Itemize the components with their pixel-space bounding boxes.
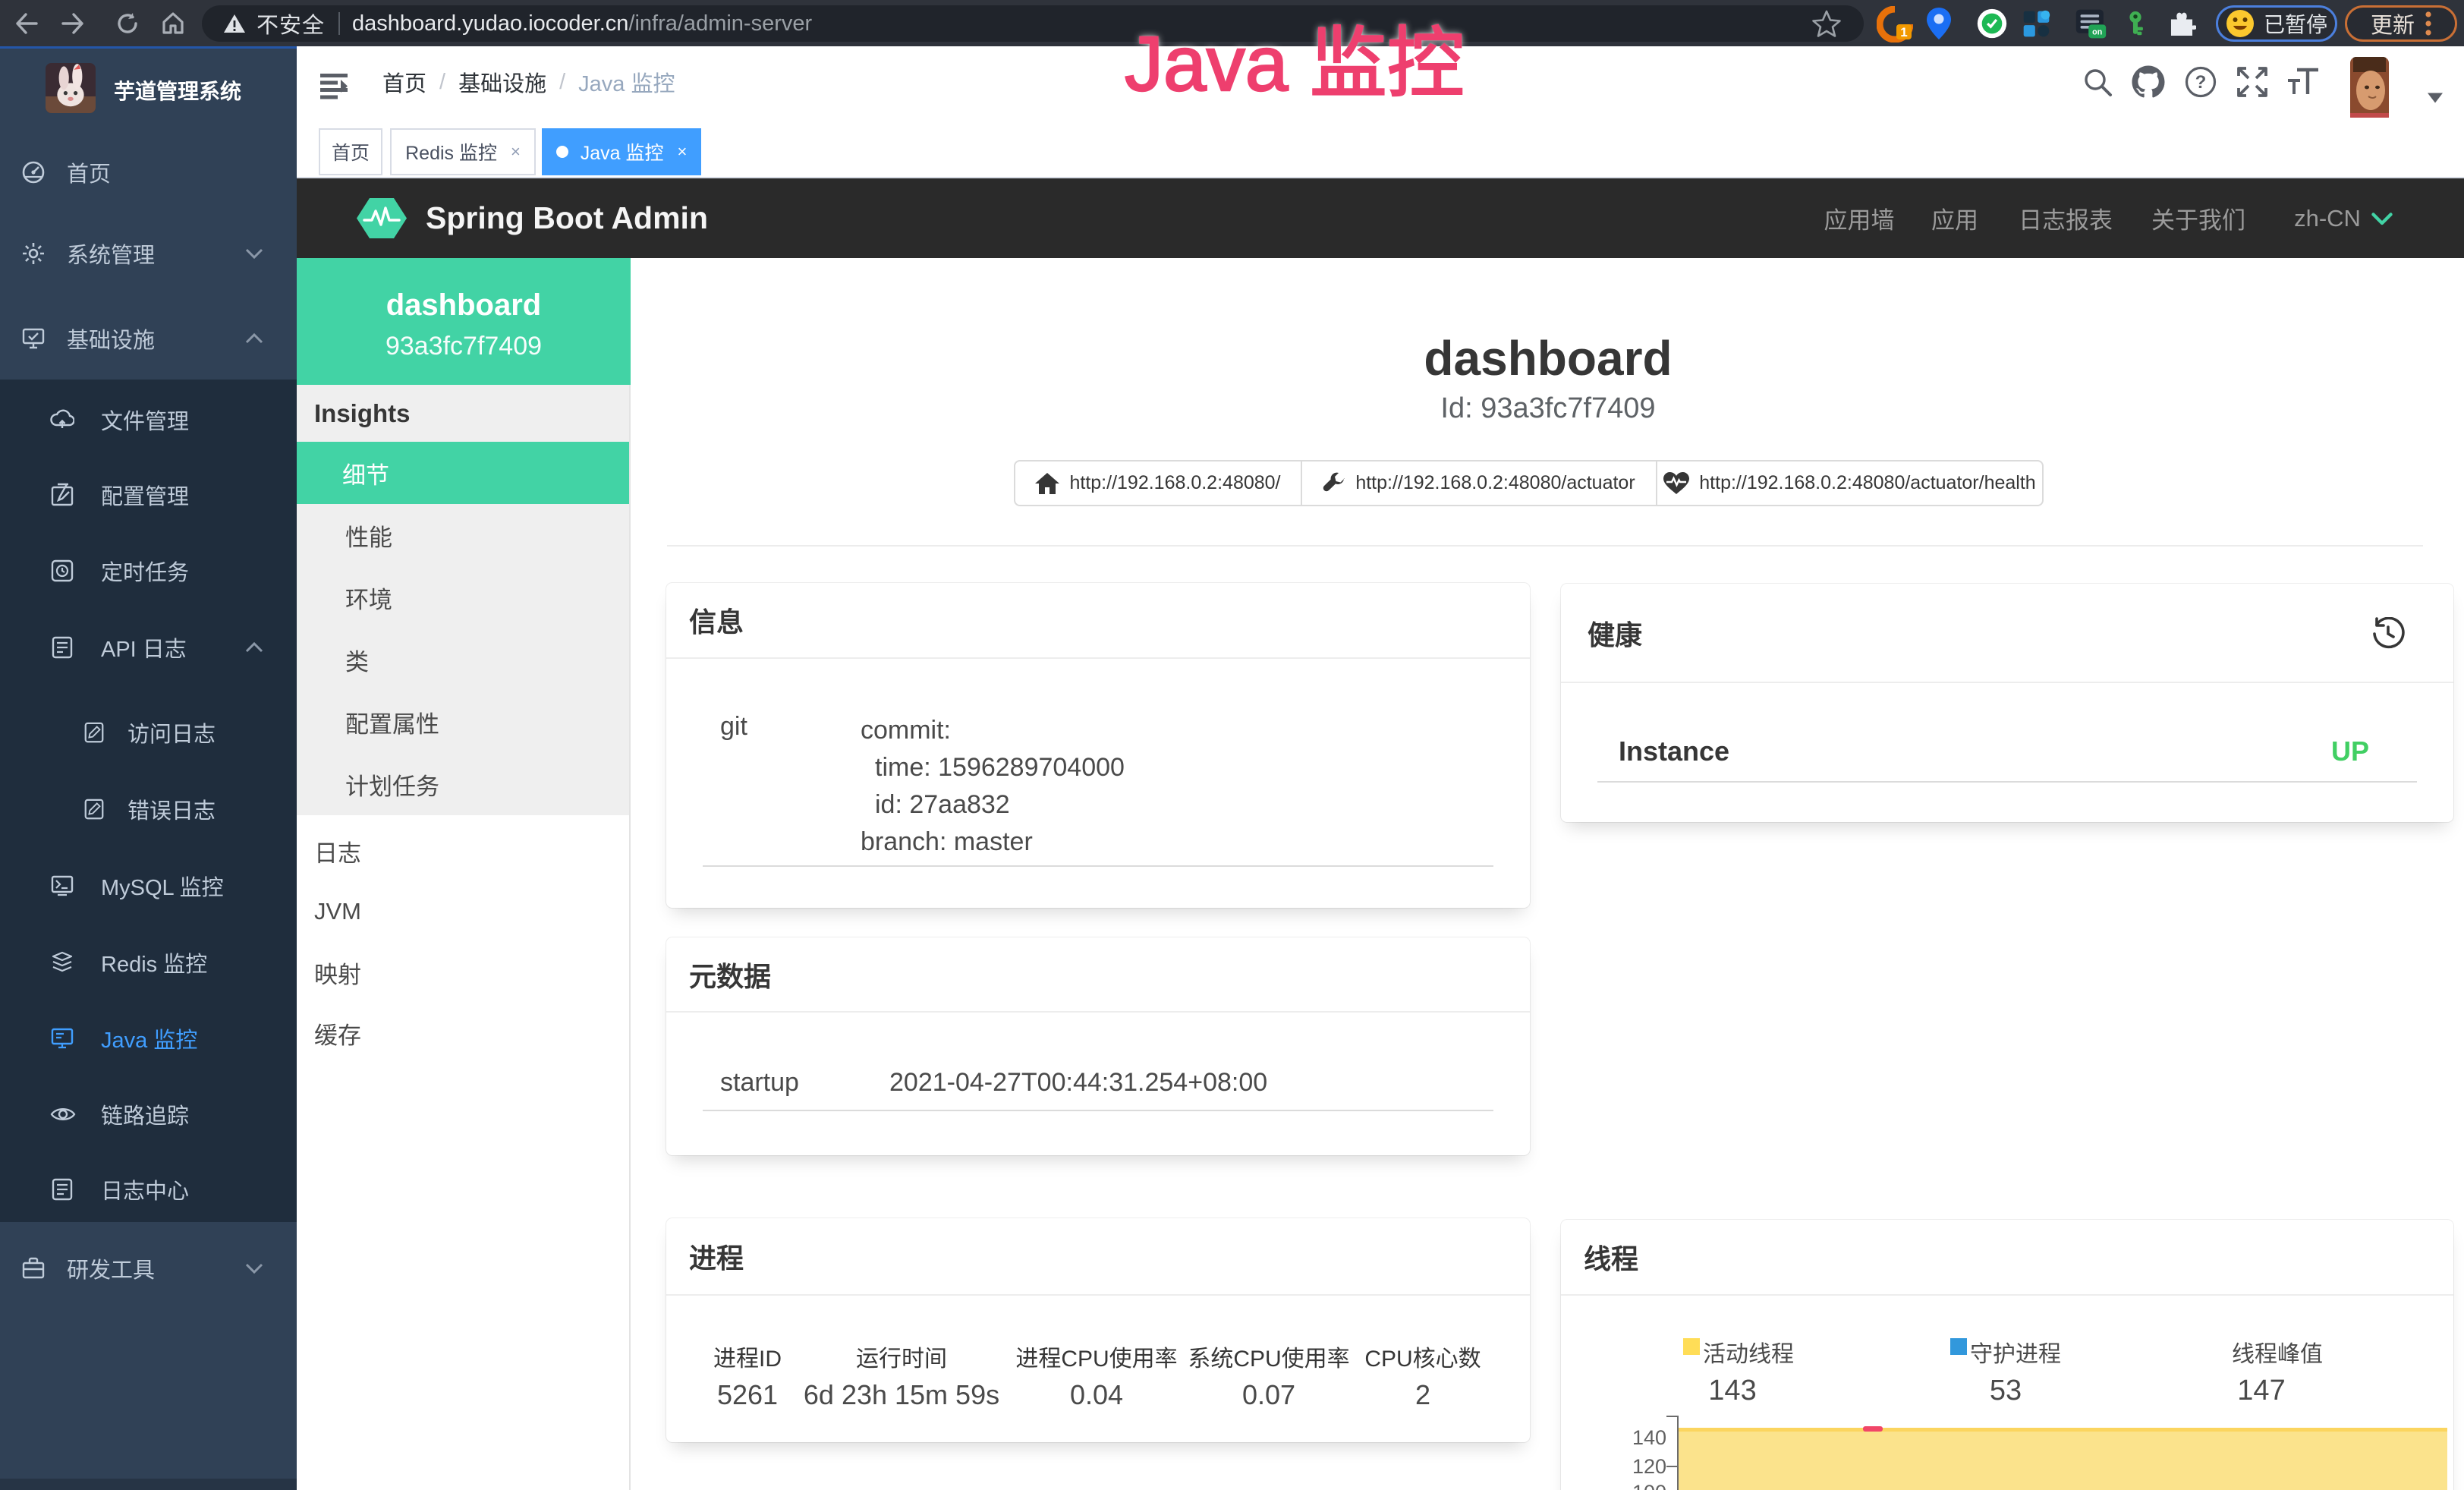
svg-text:1: 1: [1900, 25, 1907, 39]
svg-text:on: on: [2092, 27, 2102, 36]
svg-text:?: ?: [2195, 72, 2207, 93]
